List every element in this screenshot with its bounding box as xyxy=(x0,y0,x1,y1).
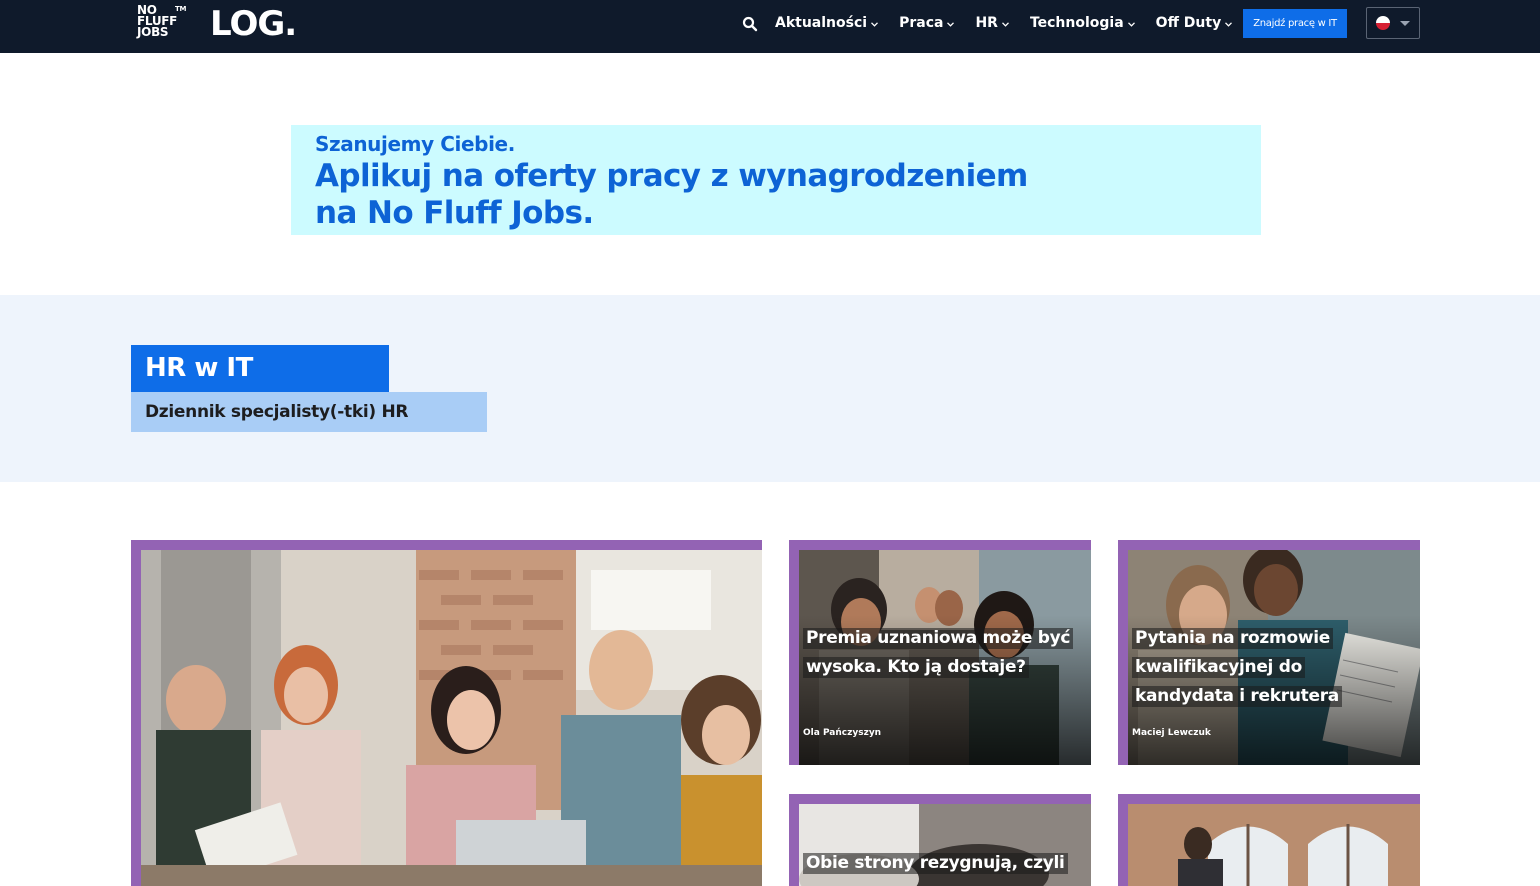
article-title[interactable]: Obie strony rezygnują, czyli xyxy=(803,849,1077,878)
article-title[interactable]: Pytania na rozmowie kwalifikacyjnej do k… xyxy=(1132,624,1406,711)
language-selector[interactable] xyxy=(1366,7,1420,39)
search-icon[interactable] xyxy=(742,16,758,32)
chevron-down-icon xyxy=(1225,21,1233,27)
article-card[interactable]: Obie strony rezygnują, czyli xyxy=(789,794,1091,886)
nav-item-label: Off Duty xyxy=(1155,15,1222,31)
article-title-text: Obie strony rezygnują, czyli xyxy=(803,853,1068,874)
category-subtitle: Dziennik specjalisty(-tki) HR xyxy=(131,392,487,432)
nav-item-praca[interactable]: Praca xyxy=(899,15,955,31)
pl-flag-icon xyxy=(1376,16,1390,30)
article-title[interactable]: Premia uznaniowa może być wysoka. Kto ją… xyxy=(803,624,1077,682)
article-photo xyxy=(1128,804,1420,886)
article-title-text: Pytania na rozmowie kwalifikacyjnej do k… xyxy=(1132,628,1342,707)
chevron-down-icon xyxy=(1001,21,1009,27)
article-author: Maciej Lewczuk xyxy=(1132,728,1211,738)
office-window-photo xyxy=(1128,804,1420,886)
find-it-job-button[interactable]: Znajdź pracę w IT xyxy=(1243,9,1347,38)
article-card[interactable]: Pytania na rozmowie kwalifikacyjnej do k… xyxy=(1118,540,1420,765)
article-title-text: Premia uznaniowa może być wysoka. Kto ją… xyxy=(803,628,1074,678)
category-title: HR w IT xyxy=(131,345,389,392)
nav-item-hr[interactable]: HR xyxy=(975,15,1009,31)
nav-item-label: Praca xyxy=(899,15,944,31)
nav-item-technologia[interactable]: Technologia xyxy=(1030,15,1135,31)
main-nav: Aktualności Praca HR Technologia Off Dut… xyxy=(742,0,1253,46)
article-card[interactable]: Premia uznaniowa może być wysoka. Kto ją… xyxy=(789,540,1091,765)
banner-headline: Aplikuj na oferty pracy z wynagrodzeniem… xyxy=(315,158,1028,231)
banner-tagline: Szanujemy Ciebie. xyxy=(315,132,515,156)
featured-article-card[interactable] xyxy=(131,540,762,886)
logo-trademark: TM xyxy=(175,5,187,13)
top-navigation-bar: NO FLUFF JOBS TM LOG. Aktualności Praca … xyxy=(0,0,1540,53)
nav-item-off-duty[interactable]: Off Duty xyxy=(1156,15,1233,31)
caret-down-icon xyxy=(1400,20,1410,26)
logo-brand-text: NO FLUFF JOBS xyxy=(137,3,178,39)
team-meeting-photo xyxy=(141,550,762,886)
nav-item-label: Aktualności xyxy=(775,15,868,31)
chevron-down-icon xyxy=(1127,21,1135,27)
nav-item-label: Technologia xyxy=(1029,15,1124,31)
article-photo xyxy=(141,550,762,886)
article-card[interactable] xyxy=(1118,794,1420,886)
nav-item-aktualnosci[interactable]: Aktualności xyxy=(775,15,879,31)
log-logo[interactable]: LOG. xyxy=(210,4,297,44)
article-author: Ola Pańczyszyn xyxy=(803,728,882,738)
chevron-down-icon xyxy=(947,21,955,27)
chevron-down-icon xyxy=(871,21,879,27)
promo-banner[interactable]: Szanujemy Ciebie. Aplikuj na oferty prac… xyxy=(291,125,1261,235)
no-fluff-jobs-logo[interactable]: NO FLUFF JOBS TM xyxy=(137,3,186,39)
nav-item-label: HR xyxy=(975,15,998,31)
